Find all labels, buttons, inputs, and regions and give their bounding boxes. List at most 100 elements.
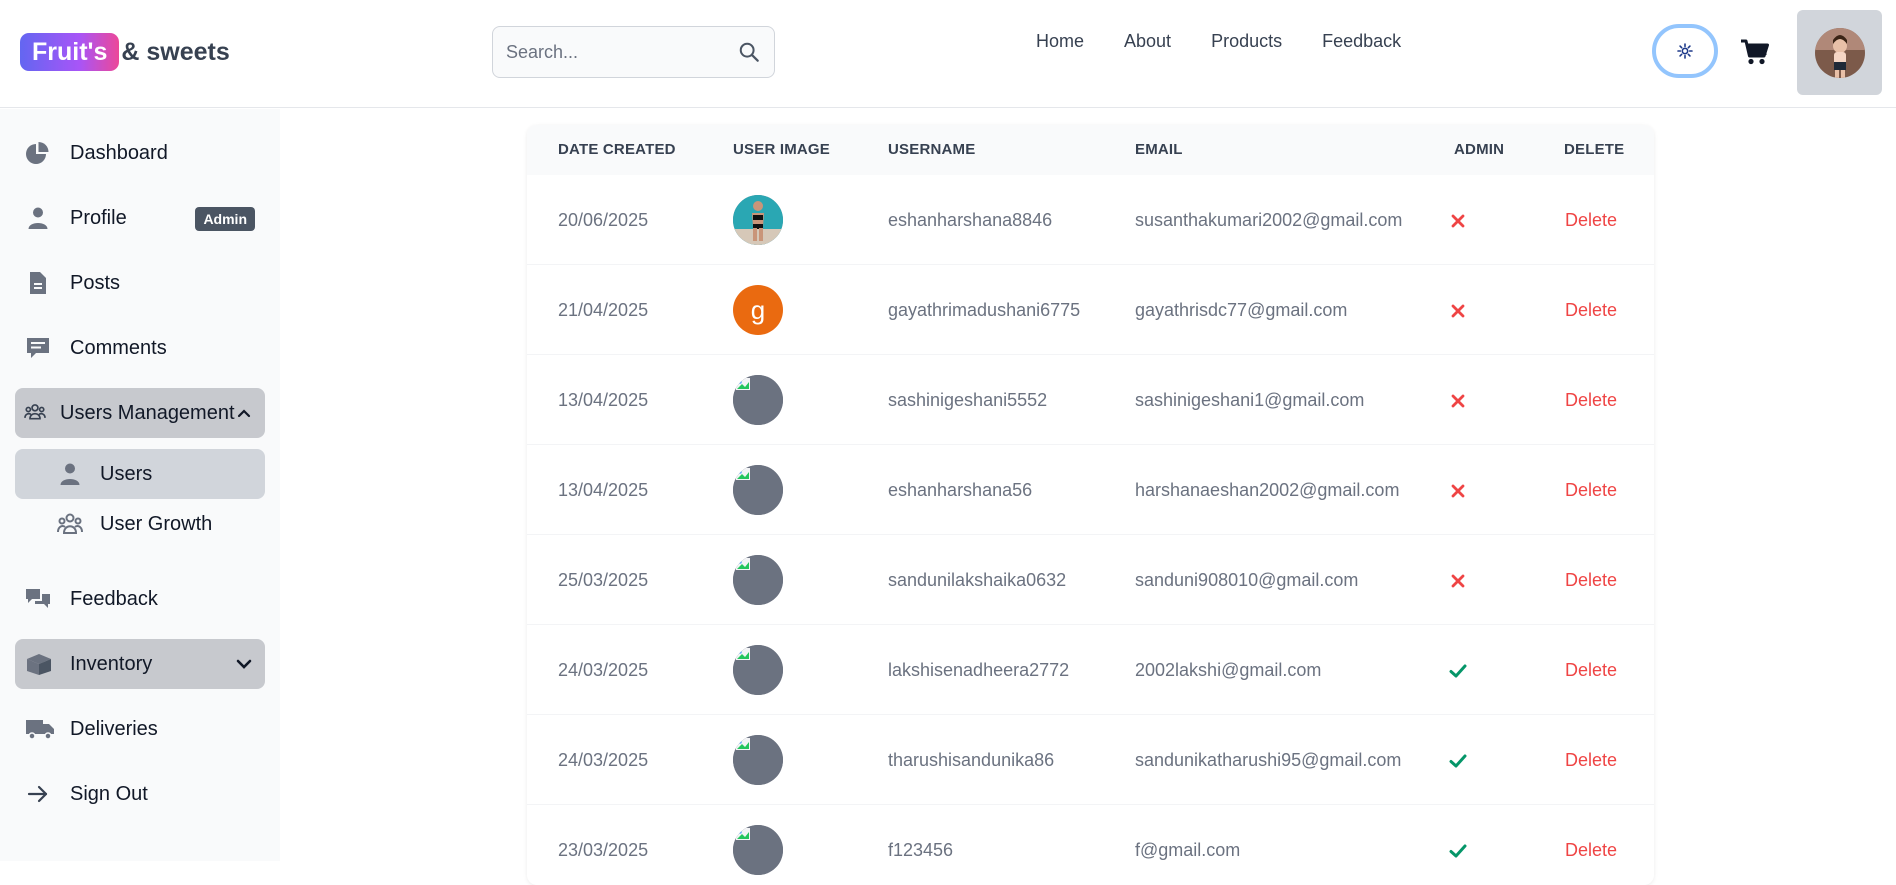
delete-button[interactable]: Delete: [1565, 840, 1617, 861]
username-cell: lakshisenadheera2772: [888, 660, 1070, 680]
sidebar-item-posts[interactable]: Posts: [15, 258, 265, 308]
date-created-cell: 24/03/2025: [558, 750, 649, 770]
email-cell: gayathrisdc77@gmail.com: [1135, 300, 1348, 320]
delete-button[interactable]: Delete: [1565, 660, 1617, 681]
date-created-cell: 13/04/2025: [558, 480, 649, 500]
delete-button[interactable]: Delete: [1565, 300, 1617, 321]
sun-icon: [1677, 43, 1693, 59]
nav-products[interactable]: Products: [1211, 31, 1282, 55]
username-cell: sashinigeshani5552: [888, 390, 1048, 410]
sidebar-item-profile[interactable]: Profile Admin: [15, 193, 265, 243]
email-cell: harshanaeshan2002@gmail.com: [1135, 480, 1400, 500]
nav-home[interactable]: Home: [1036, 31, 1084, 55]
sidebar-item-users-management[interactable]: Users Management: [15, 388, 265, 438]
close-icon: [1451, 574, 1465, 588]
brand-pill: Fruit's: [20, 33, 120, 71]
user-image: [733, 645, 783, 695]
email-cell: susanthakumari2002@gmail.com: [1135, 210, 1403, 230]
table-row: 13/04/2025 eshanharshana56 harshanaeshan20…: [527, 445, 1654, 535]
username-cell: eshanharshana56: [888, 480, 1033, 500]
delete-button[interactable]: Delete: [1565, 570, 1617, 591]
users-group-icon: [24, 404, 46, 420]
date-created-cell: 24/03/2025: [558, 660, 649, 680]
sidebar-item-inventory[interactable]: Inventory: [15, 639, 265, 689]
table-row: 23/03/2025 f123456 f@gmail.com Delete: [527, 805, 1654, 885]
sidebar-item-users[interactable]: Users: [15, 449, 265, 499]
check-icon: [1449, 754, 1467, 768]
cart-icon[interactable]: [1740, 38, 1770, 66]
email-cell: 2002lakshi@gmail.com: [1135, 660, 1322, 680]
table-row: 24/03/2025 lakshisenadheera2772 2002lakshi…: [527, 625, 1654, 715]
sidebar-item-label: Inventory: [70, 652, 153, 675]
column-header-delete: DELETE: [1564, 141, 1625, 158]
avatar: [1814, 27, 1865, 78]
sidebar-item-dashboard[interactable]: Dashboard: [15, 128, 265, 178]
column-header-username: USERNAME: [888, 141, 976, 158]
nav-about[interactable]: About: [1124, 31, 1171, 55]
sidebar-item-user-growth[interactable]: User Growth: [15, 499, 265, 549]
date-created-cell: 13/04/2025: [558, 390, 649, 410]
table-row: 25/03/2025 sandunilakshaika0632 sanduni908…: [527, 535, 1654, 625]
column-header-admin: ADMIN: [1454, 141, 1505, 158]
sidebar: Dashboard Profile Admin Posts Comments U…: [0, 109, 280, 861]
search-input[interactable]: [506, 27, 716, 77]
search-icon[interactable]: [738, 41, 760, 63]
chevron-up-icon: [237, 409, 251, 418]
brand-logo[interactable]: Fruit's & sweets: [20, 33, 230, 71]
sidebar-item-deliveries[interactable]: Deliveries: [15, 704, 265, 754]
arrow-right-icon: [27, 785, 48, 803]
email-cell: sashinigeshani1@gmail.com: [1135, 390, 1365, 410]
username-cell: f123456: [888, 840, 954, 860]
chat-bubbles-icon: [26, 589, 50, 608]
column-header-date: DATE CREATED: [558, 141, 676, 158]
brand-text: & sweets: [121, 37, 230, 66]
sidebar-item-label: Sign Out: [70, 782, 148, 805]
sidebar-item-label: User Growth: [100, 512, 213, 535]
user-image: [733, 195, 783, 245]
main-nav: Home About Products Feedback: [1036, 31, 1441, 55]
email-cell: sandunikatharushi95@gmail.com: [1135, 750, 1402, 770]
table-row: 20/06/2025 eshanharshana8846 susanthakumar…: [527, 175, 1654, 265]
sidebar-item-label: Feedback: [70, 587, 158, 610]
sidebar-item-comments[interactable]: Comments: [15, 323, 265, 373]
date-created-cell: 23/03/2025: [558, 840, 649, 860]
table-header: DATE CREATED USER IMAGE USERNAME EMAIL A…: [527, 125, 1654, 175]
sidebar-item-sign-out[interactable]: Sign Out: [15, 769, 265, 819]
user-image: [733, 375, 783, 425]
delete-button[interactable]: Delete: [1565, 750, 1617, 771]
sidebar-item-label: Users: [100, 462, 153, 485]
sidebar-item-label: Profile: [70, 206, 127, 229]
comment-icon: [27, 338, 49, 358]
user-image: [733, 825, 783, 875]
chevron-down-icon: [236, 659, 252, 669]
table-row: 13/04/2025 sashinigeshani5552 sashinigesha…: [527, 355, 1654, 445]
email-cell: f@gmail.com: [1135, 840, 1241, 860]
user-image: [733, 465, 783, 515]
username-cell: eshanharshana8846: [888, 210, 1053, 230]
close-icon: [1451, 394, 1465, 408]
table-row: 21/04/2025 g gayathrimadushani6775 gayathri…: [527, 265, 1654, 355]
close-icon: [1451, 214, 1465, 228]
document-icon: [30, 272, 46, 294]
table-row: 24/03/2025 tharushisandunika86 sandunikath…: [527, 715, 1654, 805]
box-icon: [27, 654, 51, 675]
username-cell: gayathrimadushani6775: [888, 300, 1081, 320]
sidebar-item-feedback[interactable]: Feedback: [15, 574, 265, 624]
nav-feedback[interactable]: Feedback: [1322, 31, 1401, 55]
delete-button[interactable]: Delete: [1565, 390, 1617, 411]
truck-icon: [26, 720, 54, 740]
top-navbar: Fruit's & sweets Home About Products Fee…: [0, 0, 1896, 108]
delete-button[interactable]: Delete: [1565, 480, 1617, 501]
column-header-user-image: USER IMAGE: [733, 141, 831, 158]
close-icon: [1451, 484, 1465, 498]
theme-toggle-button[interactable]: [1652, 24, 1718, 78]
username-cell: tharushisandunika86: [888, 750, 1055, 770]
user-icon: [28, 207, 48, 229]
delete-button[interactable]: Delete: [1565, 210, 1617, 231]
email-cell: sanduni908010@gmail.com: [1135, 570, 1359, 590]
user-image: [733, 735, 783, 785]
user-avatar-button[interactable]: [1797, 10, 1882, 95]
sidebar-item-label: Deliveries: [70, 717, 158, 740]
user-image: g: [733, 285, 783, 335]
column-header-email: EMAIL: [1135, 141, 1183, 158]
